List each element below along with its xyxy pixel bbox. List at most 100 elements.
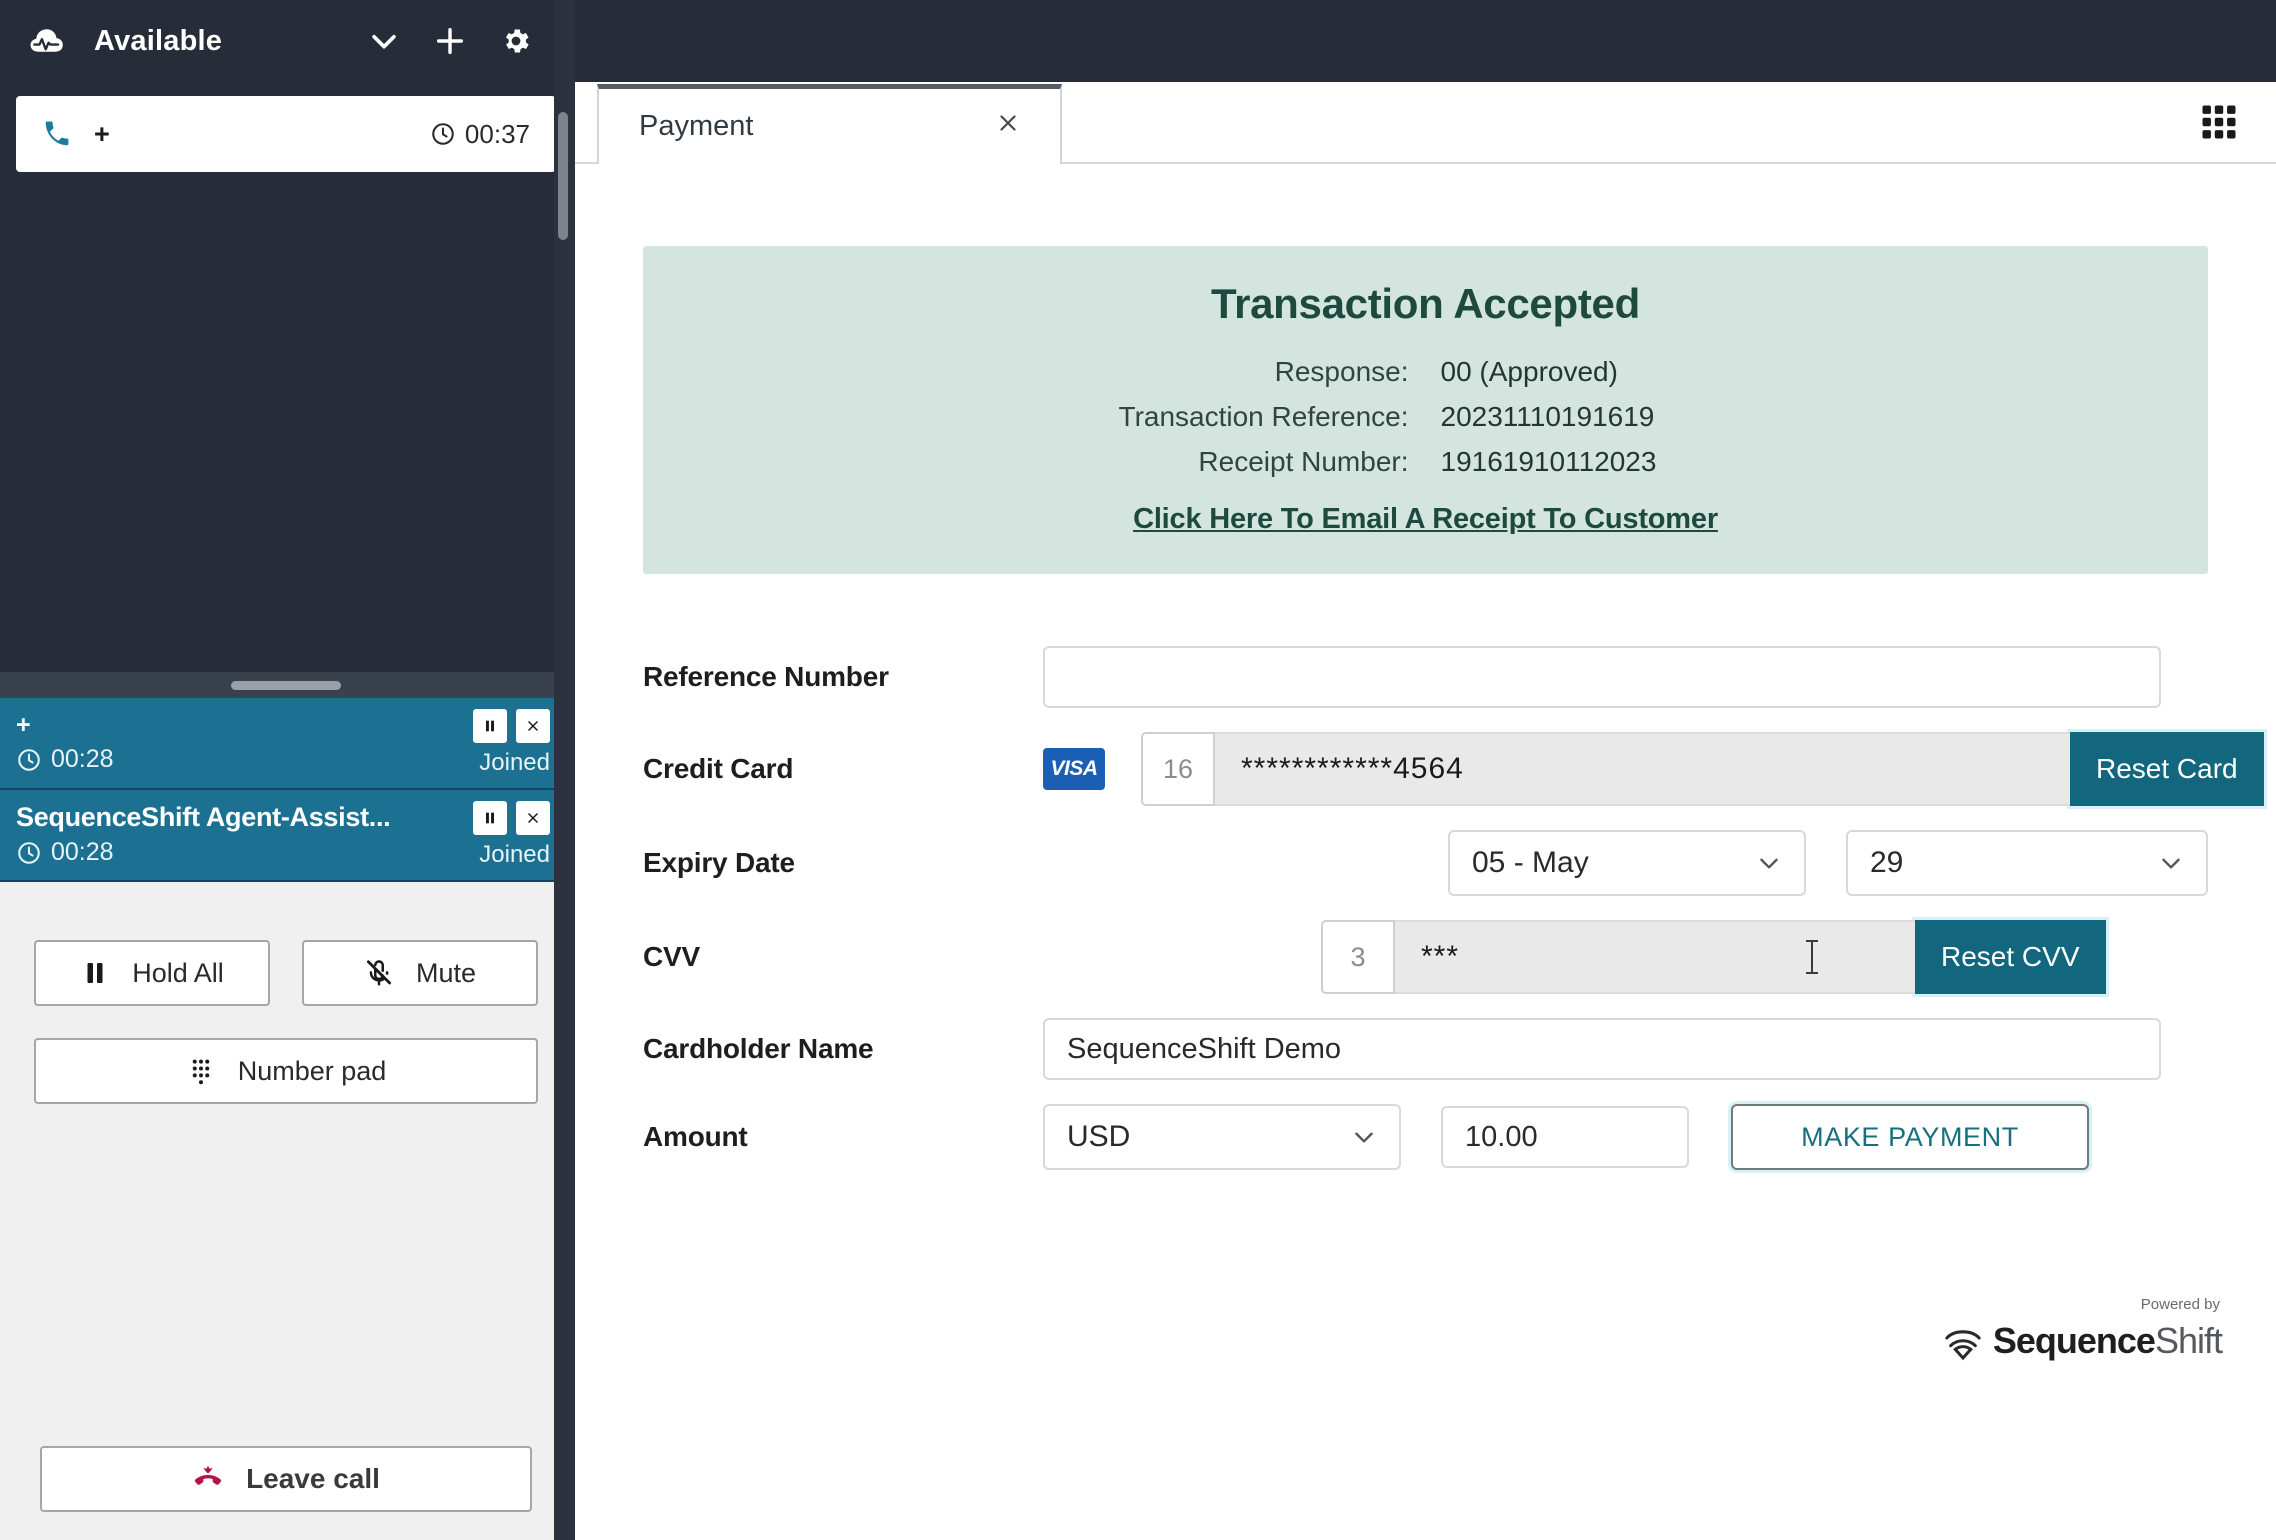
active-call-duration: 00:37: [465, 119, 530, 150]
hangup-phone-icon: [192, 1463, 224, 1495]
sidebar-scrollbar[interactable]: [554, 0, 572, 1540]
leave-call-label: Leave call: [246, 1463, 380, 1495]
spacer: [1062, 82, 2180, 162]
number-pad-button[interactable]: Number pad: [34, 1038, 538, 1104]
main-panel: Payment Transaction Accepted Response: 0…: [575, 0, 2276, 1540]
sequenceshift-wave-icon: [1943, 1328, 1983, 1362]
control-row-primary: Hold All Mute: [34, 940, 538, 1006]
expiry-year-value: 29: [1870, 846, 2158, 880]
reset-cvv-button[interactable]: Reset CVV: [1915, 920, 2106, 994]
gear-icon[interactable]: [488, 13, 544, 69]
leave-call-wrapper: Leave call: [34, 1446, 538, 1540]
amount-input[interactable]: 10.00: [1441, 1106, 1689, 1168]
expiry-year-select[interactable]: 29: [1846, 830, 2208, 896]
powered-by-label: Powered by: [2141, 1296, 2220, 1313]
participant-row[interactable]: + 00:28: [0, 698, 572, 790]
form-row-amount: Amount USD 10.00 MAKE PAYMENT: [643, 1104, 2208, 1170]
close-icon[interactable]: [988, 110, 1028, 144]
clock-icon: [430, 121, 456, 147]
credit-card-masked-input[interactable]: ************4564: [1215, 732, 2070, 806]
clock-icon: [16, 840, 42, 866]
spacer: [34, 1136, 538, 1446]
email-receipt-link[interactable]: Click Here To Email A Receipt To Custome…: [1133, 503, 1718, 536]
expiry-month-value: 05 - May: [1472, 846, 1756, 880]
resize-grip: [231, 681, 341, 690]
plus-icon[interactable]: [422, 13, 478, 69]
make-payment-button[interactable]: MAKE PAYMENT: [1731, 1104, 2089, 1170]
cvv-masked-input[interactable]: ***: [1395, 920, 1915, 994]
credit-card-field-group: 16 ************4564 Reset Card: [1141, 732, 2264, 806]
form-row-reference-number: Reference Number: [643, 646, 2208, 708]
tab-payment[interactable]: Payment: [597, 84, 1062, 164]
mute-button[interactable]: Mute: [302, 940, 538, 1006]
participant-duration: 00:28: [51, 838, 114, 867]
cvv-control: 3 *** Reset CVV: [1043, 920, 2208, 994]
reference-number-input[interactable]: [1043, 646, 2161, 708]
participant-duration: 00:28: [51, 745, 114, 774]
transaction-detail-row: Response: 00 (Approved): [1051, 356, 1801, 388]
panel-resize-handle[interactable]: [0, 672, 572, 698]
brand-name-light: Shift: [2155, 1320, 2222, 1361]
participant-row[interactable]: SequenceShift Agent-Assist... 00:28: [0, 790, 572, 882]
cardholder-name-input[interactable]: SequenceShift Demo: [1043, 1018, 2161, 1080]
hold-all-label: Hold All: [132, 958, 224, 989]
currency-select[interactable]: USD: [1043, 1104, 1401, 1170]
hold-all-button[interactable]: Hold All: [34, 940, 270, 1006]
participant-actions: Joined: [473, 709, 550, 777]
participants-list: + 00:28: [0, 698, 572, 882]
cloud-pulse-icon: [28, 24, 66, 58]
close-icon[interactable]: [516, 801, 550, 835]
cvv-label: CVV: [643, 941, 1043, 973]
pause-icon[interactable]: [473, 709, 507, 743]
cardholder-name-control: SequenceShift Demo: [1043, 1018, 2208, 1080]
expiry-date-control: 05 - May 29: [1043, 830, 2208, 896]
detail-key: Response:: [1051, 356, 1441, 388]
agent-status-bar: Available: [0, 0, 572, 82]
control-row-secondary: Number pad: [34, 1038, 538, 1104]
sidebar-scrollbar-thumb[interactable]: [558, 112, 568, 240]
participant-info: + 00:28: [16, 712, 473, 775]
app-root: Available +: [0, 0, 2276, 1540]
chevron-down-icon[interactable]: [356, 13, 412, 69]
active-call-card[interactable]: + 00:37: [16, 96, 556, 172]
participant-name: +: [16, 711, 30, 739]
clock-icon: [16, 747, 42, 773]
reset-card-button[interactable]: Reset Card: [2070, 732, 2264, 806]
transaction-detail-row: Transaction Reference: 20231110191619: [1051, 401, 1801, 433]
credit-card-control: VISA 16 ************4564 Reset Card: [1043, 732, 2208, 806]
close-icon[interactable]: [516, 709, 550, 743]
detail-value: 19161910112023: [1441, 446, 1801, 478]
participant-info: SequenceShift Agent-Assist... 00:28: [16, 803, 473, 868]
cardholder-name-label: Cardholder Name: [643, 1033, 1043, 1065]
amount-label: Amount: [643, 1121, 1043, 1153]
form-row-cardholder-name: Cardholder Name SequenceShift Demo: [643, 1018, 2208, 1080]
visa-card-icon: VISA: [1043, 748, 1105, 790]
main-top-bar: [575, 0, 2276, 82]
form-row-cvv: CVV 3 *** Reset CVV: [643, 920, 2208, 994]
expiry-date-label: Expiry Date: [643, 847, 1043, 879]
participant-timer: 00:28: [16, 838, 473, 867]
pause-icon[interactable]: [473, 801, 507, 835]
pause-icon: [80, 958, 110, 988]
participant-button-row: [473, 801, 550, 835]
expiry-month-select[interactable]: 05 - May: [1448, 830, 1806, 896]
detail-key: Receipt Number:: [1051, 446, 1441, 478]
currency-value: USD: [1067, 1120, 1351, 1154]
active-call-number: +: [94, 119, 109, 150]
participant-actions: Joined: [473, 801, 550, 869]
chevron-down-icon: [1351, 1124, 1377, 1150]
leave-call-button[interactable]: Leave call: [40, 1446, 532, 1512]
tab-label: Payment: [639, 110, 988, 143]
powered-by-logo: Powered by SequenceShift: [1943, 1320, 2222, 1362]
cvv-masked-value: ***: [1421, 940, 1459, 974]
apps-grid-button[interactable]: [2180, 82, 2276, 162]
transaction-result-banner: Transaction Accepted Response: 00 (Appro…: [643, 246, 2208, 574]
chevron-down-icon: [2158, 850, 2184, 876]
brand-name-bold: Sequence: [1993, 1320, 2155, 1361]
participant-timer: 00:28: [16, 745, 473, 774]
reference-number-label: Reference Number: [643, 661, 1043, 693]
credit-card-digit-count: 16: [1141, 732, 1215, 806]
participant-name: SequenceShift Agent-Assist...: [16, 802, 390, 832]
chevron-down-icon: [1756, 850, 1782, 876]
form-row-credit-card: Credit Card VISA 16 ************4564 Res…: [643, 732, 2208, 806]
